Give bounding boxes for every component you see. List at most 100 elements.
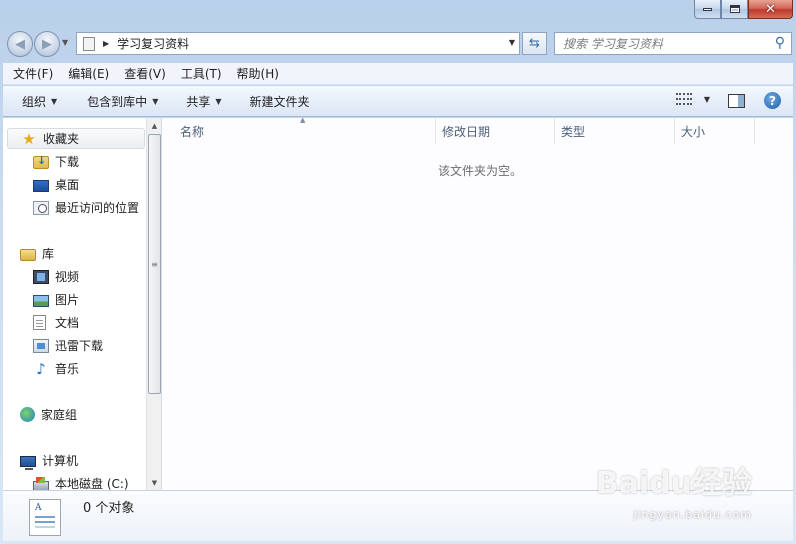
pictures-icon	[33, 294, 49, 307]
downloads-folder-icon	[33, 154, 49, 169]
column-header-label: 大小	[681, 124, 706, 139]
breadcrumb-current-folder[interactable]: 学习复习资料	[117, 35, 189, 52]
nav-item-label: 库	[42, 247, 55, 261]
share-label: 共享	[186, 94, 211, 109]
column-header-size[interactable]: 大小	[675, 118, 755, 144]
new-folder-button[interactable]: 新建文件夹	[242, 93, 318, 110]
address-row: ◀ ▶ ▼ ▶ 学习复习资料 ▼ ⇆ ⚲	[0, 28, 796, 60]
nav-item-label: 桌面	[55, 178, 80, 192]
menu-help[interactable]: 帮助(H)	[227, 65, 284, 82]
share-button[interactable]: 共享 ▼	[178, 93, 229, 110]
nav-item-label: 视频	[55, 270, 80, 284]
recent-pages-dropdown[interactable]: ▼	[62, 38, 68, 47]
refresh-button[interactable]: ⇆	[522, 32, 547, 55]
navigation-pane: ★ 收藏夹 下载 桌面 最近访问的位置 库 视频 图片 文档	[3, 118, 146, 490]
nav-item-homegroup[interactable]: 家庭组	[20, 404, 77, 425]
maximize-button[interactable]	[721, 0, 748, 19]
nav-item-label: 最近访问的位置	[55, 201, 140, 215]
nav-item-desktop[interactable]: 桌面	[33, 174, 79, 195]
explorer-window: ✕ ◀ ▶ ▼ ▶ 学习复习资料 ▼ ⇆ ⚲ 文件(F) 编辑(E) 查看(V)…	[0, 0, 796, 544]
address-bar[interactable]: ▶ 学习复习资料 ▼	[76, 32, 520, 55]
item-count: 0 个对象	[83, 501, 135, 516]
nav-item-label: 本地磁盘 (C:)	[55, 477, 129, 490]
back-arrow-icon: ◀	[15, 36, 25, 52]
folder-icon	[83, 36, 95, 51]
address-history-dropdown[interactable]: ▼	[509, 38, 515, 47]
file-list-pane[interactable]: ▲ 名称 修改日期 类型 大小 该文件夹为空。	[162, 116, 793, 490]
nav-item-recent-places[interactable]: 最近访问的位置	[33, 197, 139, 218]
desktop-icon	[33, 179, 49, 192]
column-header-label: 类型	[561, 124, 586, 139]
chevron-down-icon: ▼	[703, 94, 710, 104]
nav-item-xunlei-downloads[interactable]: 迅雷下载	[33, 335, 103, 356]
scroll-down-icon[interactable]: ▼	[147, 475, 162, 490]
nav-item-favorites[interactable]: ★ 收藏夹	[7, 128, 145, 149]
forward-arrow-icon: ▶	[42, 36, 52, 52]
column-header-label: 修改日期	[442, 124, 491, 139]
library-icon	[20, 248, 36, 261]
command-bar: 组织 ▼ 包含到库中 ▼ 共享 ▼ 新建文件夹 ▼ ?	[3, 86, 793, 117]
back-button[interactable]: ◀	[7, 31, 33, 57]
new-folder-label: 新建文件夹	[249, 94, 310, 109]
nav-item-label: 音乐	[55, 362, 80, 376]
xunlei-downloads-icon	[33, 338, 49, 353]
search-input[interactable]	[563, 36, 763, 51]
search-icon[interactable]: ⚲	[775, 35, 785, 51]
column-header-name[interactable]: ▲ 名称	[162, 116, 436, 144]
search-box[interactable]: ⚲	[554, 32, 792, 55]
close-button[interactable]: ✕	[748, 0, 793, 19]
local-disk-icon	[33, 476, 49, 490]
close-icon: ✕	[765, 1, 776, 17]
nav-item-label: 收藏夹	[43, 132, 80, 146]
view-details-icon	[675, 93, 692, 105]
recent-places-icon	[33, 200, 49, 215]
sort-ascending-icon: ▲	[300, 116, 306, 124]
nav-item-label: 计算机	[42, 454, 79, 468]
nav-item-label: 下载	[55, 155, 80, 169]
chevron-down-icon: ▼	[215, 96, 222, 106]
column-header-row: ▲ 名称 修改日期 类型 大小	[162, 116, 793, 144]
column-header-type[interactable]: 类型	[555, 118, 675, 144]
nav-item-downloads[interactable]: 下载	[33, 151, 79, 172]
menu-tools[interactable]: 工具(T)	[171, 65, 227, 82]
nav-item-local-disk[interactable]: 本地磁盘 (C:)	[33, 473, 129, 490]
empty-folder-message: 该文件夹为空。	[438, 164, 523, 178]
nav-item-music[interactable]: ♪ 音乐	[33, 358, 79, 379]
help-icon[interactable]: ?	[764, 92, 781, 109]
scrollbar-thumb[interactable]: ≡	[148, 134, 161, 394]
minimize-button[interactable]	[694, 0, 721, 19]
baidu-watermark: Baidu经验	[595, 466, 752, 501]
video-icon	[33, 269, 49, 284]
nav-item-videos[interactable]: 视频	[33, 266, 79, 287]
nav-item-label: 家庭组	[41, 408, 78, 422]
navigation-pane-scrollbar[interactable]: ▲ ≡ ▼	[146, 118, 162, 490]
nav-item-documents[interactable]: 文档	[33, 312, 79, 333]
nav-item-label: 图片	[55, 293, 80, 307]
nav-item-libraries[interactable]: 库	[20, 243, 54, 264]
maximize-icon	[729, 5, 740, 13]
breadcrumb-separator-icon[interactable]: ▶	[103, 39, 109, 48]
scroll-up-icon[interactable]: ▲	[147, 118, 162, 133]
menu-file[interactable]: 文件(F)	[3, 65, 58, 82]
menu-view[interactable]: 查看(V)	[114, 65, 171, 82]
forward-button[interactable]: ▶	[34, 31, 60, 57]
preview-pane-icon[interactable]	[728, 94, 745, 108]
star-icon: ★	[22, 129, 36, 148]
menu-edit[interactable]: 编辑(E)	[58, 65, 114, 82]
nav-item-label: 文档	[55, 316, 80, 330]
column-header-date-modified[interactable]: 修改日期	[436, 118, 555, 144]
change-view-button[interactable]: ▼	[675, 93, 710, 105]
window-caption-buttons: ✕	[694, 0, 793, 20]
baidu-watermark-url: jingyan.baidu.com	[633, 508, 752, 521]
include-in-library-button[interactable]: 包含到库中 ▼	[79, 93, 166, 110]
organize-label: 组织	[22, 94, 47, 109]
music-note-icon: ♪	[36, 359, 46, 378]
nav-item-label: 迅雷下载	[55, 339, 104, 353]
include-in-library-label: 包含到库中	[87, 94, 148, 109]
nav-item-pictures[interactable]: 图片	[33, 289, 79, 310]
menu-bar: 文件(F) 编辑(E) 查看(V) 工具(T) 帮助(H)	[3, 63, 793, 85]
organize-button[interactable]: 组织 ▼	[14, 93, 65, 110]
nav-item-computer[interactable]: 计算机	[20, 450, 78, 471]
chevron-down-icon: ▼	[51, 96, 58, 106]
homegroup-icon	[20, 407, 35, 422]
